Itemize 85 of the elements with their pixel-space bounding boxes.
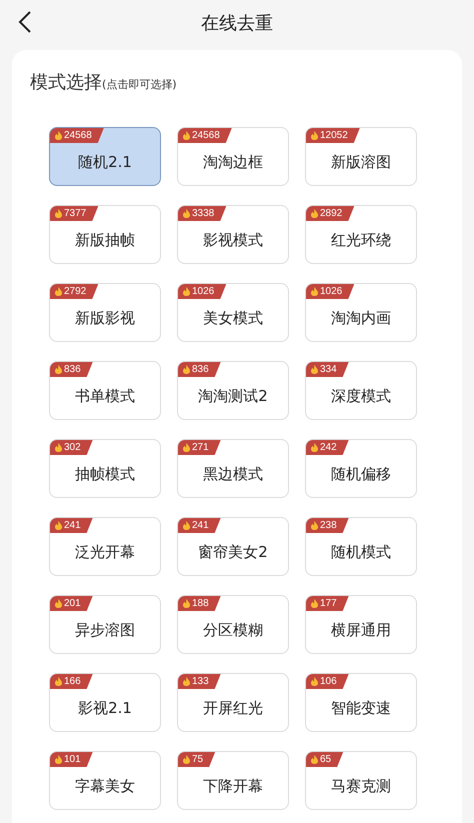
count-text: 238 [320, 520, 337, 531]
flame-icon [183, 287, 190, 296]
flame-icon [183, 521, 190, 530]
count-text: 101 [64, 754, 81, 765]
mode-button[interactable]: 302 抽帧模式 [49, 439, 161, 498]
mode-button[interactable]: 241 窗帘美女2 [177, 517, 289, 576]
mode-button[interactable]: 271 黑边模式 [177, 439, 289, 498]
flame-icon [183, 677, 190, 686]
flame-icon [55, 287, 62, 296]
mode-button[interactable]: 1026 美女模式 [177, 283, 289, 342]
mode-button[interactable]: 75 下降开幕 [177, 751, 289, 810]
mode-button[interactable]: 2792 新版影视 [49, 283, 161, 342]
mode-button[interactable]: 242 随机偏移 [305, 439, 417, 498]
count-text: 836 [64, 364, 81, 375]
back-icon[interactable] [18, 11, 32, 33]
mode-button[interactable]: 166 影视2.1 [49, 673, 161, 732]
count-text: 7377 [64, 208, 86, 219]
flame-icon [311, 365, 318, 374]
count-text: 12052 [320, 130, 348, 141]
flame-icon [183, 365, 190, 374]
flame-icon [311, 131, 318, 140]
flame-icon [55, 599, 62, 608]
count-text: 133 [192, 676, 209, 687]
flame-icon [311, 521, 318, 530]
count-text: 166 [64, 676, 81, 687]
flame-icon [55, 209, 62, 218]
mode-button[interactable]: 65 马赛克测 [305, 751, 417, 810]
count-text: 188 [192, 598, 209, 609]
flame-icon [311, 209, 318, 218]
count-text: 242 [320, 442, 337, 453]
flame-icon [183, 599, 190, 608]
flame-icon [183, 131, 190, 140]
mode-button[interactable]: 2892 红光环绕 [305, 205, 417, 264]
count-text: 65 [320, 754, 332, 765]
mode-button[interactable]: 12052 新版溶图 [305, 127, 417, 186]
mode-button[interactable]: 106 智能变速 [305, 673, 417, 732]
mode-button[interactable]: 836 淘淘测试2 [177, 361, 289, 420]
flame-icon [183, 755, 190, 764]
mode-button[interactable]: 188 分区模糊 [177, 595, 289, 654]
count-text: 24568 [64, 130, 92, 141]
count-text: 2792 [64, 286, 86, 297]
flame-icon [55, 443, 62, 452]
flame-icon [311, 755, 318, 764]
mode-button[interactable]: 201 异步溶图 [49, 595, 161, 654]
flame-icon [183, 443, 190, 452]
flame-icon [55, 131, 62, 140]
mode-button[interactable]: 24568 随机2.1 [49, 127, 161, 186]
flame-icon [183, 209, 190, 218]
mode-button[interactable]: 1026 淘淘内画 [305, 283, 417, 342]
flame-icon [311, 287, 318, 296]
mode-button[interactable]: 133 开屏红光 [177, 673, 289, 732]
count-text: 75 [192, 754, 204, 765]
mode-button[interactable]: 24568 淘淘边框 [177, 127, 289, 186]
count-text: 334 [320, 364, 337, 375]
count-text: 836 [192, 364, 209, 375]
mode-button[interactable]: 241 泛光开幕 [49, 517, 161, 576]
count-text: 201 [64, 598, 81, 609]
count-text: 2892 [320, 208, 342, 219]
flame-icon [55, 755, 62, 764]
count-text: 1026 [192, 286, 214, 297]
section-hint: (点击即可选择) [102, 77, 177, 92]
flame-icon [55, 677, 62, 686]
mode-button[interactable]: 238 随机模式 [305, 517, 417, 576]
mode-button[interactable]: 101 字幕美女 [49, 751, 161, 810]
count-text: 3338 [192, 208, 214, 219]
mode-button[interactable]: 3338 影视模式 [177, 205, 289, 264]
mode-button[interactable]: 7377 新版抽帧 [49, 205, 161, 264]
count-text: 24568 [192, 130, 220, 141]
mode-button[interactable]: 177 横屏通用 [305, 595, 417, 654]
mode-button[interactable]: 836 书单模式 [49, 361, 161, 420]
count-text: 271 [192, 442, 209, 453]
flame-icon [311, 443, 318, 452]
section-title: 模式选择 [30, 71, 102, 94]
count-text: 106 [320, 676, 337, 687]
flame-icon [55, 365, 62, 374]
page-title: 在线去重 [201, 12, 273, 35]
count-text: 241 [192, 520, 209, 531]
count-text: 177 [320, 598, 337, 609]
flame-icon [55, 521, 62, 530]
mode-button[interactable]: 334 深度模式 [305, 361, 417, 420]
count-text: 1026 [320, 286, 342, 297]
count-text: 241 [64, 520, 81, 531]
count-text: 302 [64, 442, 81, 453]
flame-icon [311, 599, 318, 608]
flame-icon [311, 677, 318, 686]
